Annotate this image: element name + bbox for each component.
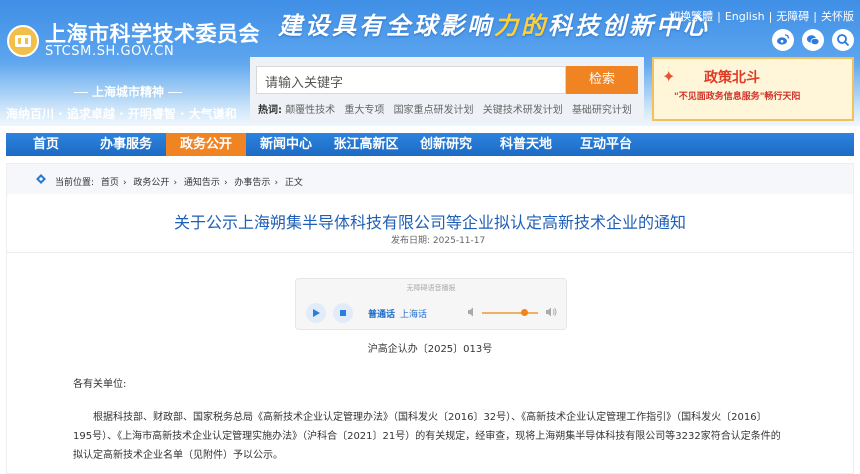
play-icon bbox=[313, 309, 320, 317]
main-content: 当前位置: 首页 › 政务公开 › 通知告示 › 办事告示 › 正文 关于公示上海朔集半… bbox=[6, 163, 854, 474]
lang-mandarin[interactable]: 普通话 bbox=[368, 307, 395, 320]
publish-date-value: 2025-11-17 bbox=[432, 236, 486, 246]
breadcrumb-separator: › bbox=[274, 178, 279, 188]
stop-button[interactable] bbox=[333, 303, 353, 323]
site-header: 上海市科学技术委员会 STCSM.SH.GOV.CN 建设具有全球影响力的科技创… bbox=[0, 0, 860, 126]
stop-icon bbox=[340, 310, 346, 316]
search-input[interactable]: 请输入关键字 bbox=[256, 66, 566, 94]
volume-knob[interactable] bbox=[520, 309, 528, 316]
search-icon[interactable] bbox=[832, 29, 854, 51]
slogan-part1: 建设具有全球影响 bbox=[278, 11, 494, 40]
article-paragraph: 根据科技部、财政部、国家税务总局《高新技术企业认定管理办法》（国科发火〔2016… bbox=[73, 412, 781, 461]
nav-item-zhangjiang[interactable]: 张江高新区 bbox=[326, 133, 406, 156]
star-icon: ✦ bbox=[662, 67, 676, 86]
link-care-version[interactable]: 关怀版 bbox=[821, 10, 854, 23]
breadcrumb-current: 正文 bbox=[284, 178, 303, 188]
hot-words-label: 热词: bbox=[258, 105, 282, 116]
nav-item-home[interactable]: 首页 bbox=[6, 133, 86, 156]
volume-high-icon[interactable] bbox=[545, 306, 557, 318]
slogan: 建设具有全球影响力的科技创新中心 bbox=[278, 6, 710, 41]
volume-low-icon[interactable] bbox=[466, 306, 478, 318]
breadcrumb-home[interactable]: 首页 bbox=[101, 178, 119, 188]
salutation: 各有关单位: bbox=[73, 379, 127, 390]
publish-date-label: 发布日期: bbox=[391, 236, 431, 246]
site-name-en: STCSM.SH.GOV.CN bbox=[45, 44, 175, 59]
hot-word[interactable]: 关键技术研发计划 bbox=[483, 105, 563, 116]
hot-word[interactable]: 颠覆性技术 bbox=[285, 105, 335, 116]
breadcrumb-separator: › bbox=[173, 178, 178, 188]
link-accessibility[interactable]: 无障碍 bbox=[776, 10, 809, 23]
promo-subtitle: "不见面政务信息服务"畅行天阳 bbox=[674, 92, 801, 102]
breadcrumb-prefix: 当前位置: bbox=[55, 178, 95, 188]
play-button[interactable] bbox=[306, 303, 326, 323]
link-english[interactable]: English bbox=[725, 10, 765, 23]
search-panel: 请输入关键字 检索 热词: 颠覆性技术 重大专项 国家重点研发计划 关键技术研发… bbox=[250, 57, 644, 122]
article-title: 关于公示上海朔集半导体科技有限公司等企业拟认定高新技术企业的通知 bbox=[173, 213, 686, 232]
spirit-text: 海纳百川 · 追求卓越 · 开明睿智 · 大气谦和 bbox=[6, 107, 237, 121]
nav-item-innovation-research[interactable]: 创新研究 bbox=[406, 133, 486, 156]
search-button[interactable]: 检索 bbox=[566, 66, 638, 94]
document-number: 沪高企认办〔2025〕013号 bbox=[367, 344, 493, 355]
hot-word[interactable]: 国家重点研发计划 bbox=[394, 105, 474, 116]
link-traditional-chinese[interactable]: 切换繁體 bbox=[669, 10, 713, 23]
breadcrumb-government-affairs[interactable]: 政务公开 bbox=[133, 178, 169, 188]
nav-item-interaction[interactable]: 互动平台 bbox=[566, 133, 646, 156]
policy-promo-banner[interactable]: ✦ 政策北斗 "不见面政务信息服务"畅行天阳 bbox=[652, 57, 854, 121]
player-label: 无障碍语音播报 bbox=[406, 284, 456, 292]
lang-shanghainese[interactable]: 上海话 bbox=[400, 307, 427, 320]
wechat-icon[interactable] bbox=[802, 29, 824, 51]
breadcrumb-service-notices[interactable]: 办事告示 bbox=[234, 178, 270, 188]
location-pin-icon bbox=[36, 174, 46, 184]
nav-item-news[interactable]: 新闻中心 bbox=[246, 133, 326, 156]
social-icons bbox=[772, 29, 854, 51]
spirit-title: 上海城市精神 bbox=[70, 83, 186, 100]
hot-word[interactable]: 重大专项 bbox=[344, 105, 384, 116]
top-links: 切换繁體 | English | 无障碍 | 关怀版 bbox=[669, 10, 854, 23]
nav-item-services[interactable]: 办事服务 bbox=[86, 133, 166, 156]
breadcrumb-separator: › bbox=[122, 178, 127, 188]
nav-item-government-affairs[interactable]: 政务公开 bbox=[166, 133, 246, 156]
breadcrumb-separator: › bbox=[223, 178, 228, 188]
slogan-highlight: 力的 bbox=[494, 11, 548, 40]
audio-player: 无障碍语音播报 普通话 上海话 bbox=[295, 278, 567, 330]
breadcrumb-notices[interactable]: 通知告示 bbox=[184, 178, 220, 188]
weibo-icon[interactable] bbox=[772, 29, 794, 51]
stcsm-logo-icon[interactable] bbox=[6, 24, 40, 58]
divider bbox=[7, 252, 853, 253]
breadcrumb-bar: 当前位置: 首页 › 政务公开 › 通知告示 › 办事告示 › 正文 bbox=[7, 164, 853, 194]
breadcrumb: 当前位置: 首页 › 政务公开 › 通知告示 › 办事告示 › 正文 bbox=[36, 174, 305, 188]
hot-word[interactable]: 基础研究计划 bbox=[572, 105, 632, 116]
nav-item-science-popularization[interactable]: 科普天地 bbox=[486, 133, 566, 156]
volume-slider[interactable] bbox=[482, 312, 538, 314]
promo-title: 政策北斗 bbox=[704, 70, 760, 86]
main-nav: 首页 办事服务 政务公开 新闻中心 张江高新区 创新研究 科普天地 互动平台 bbox=[6, 133, 854, 156]
publish-date: 发布日期: 2025-11-17 bbox=[391, 233, 485, 246]
hot-words: 热词: 颠覆性技术 重大专项 国家重点研发计划 关键技术研发计划 基础研究计划 bbox=[258, 101, 638, 116]
